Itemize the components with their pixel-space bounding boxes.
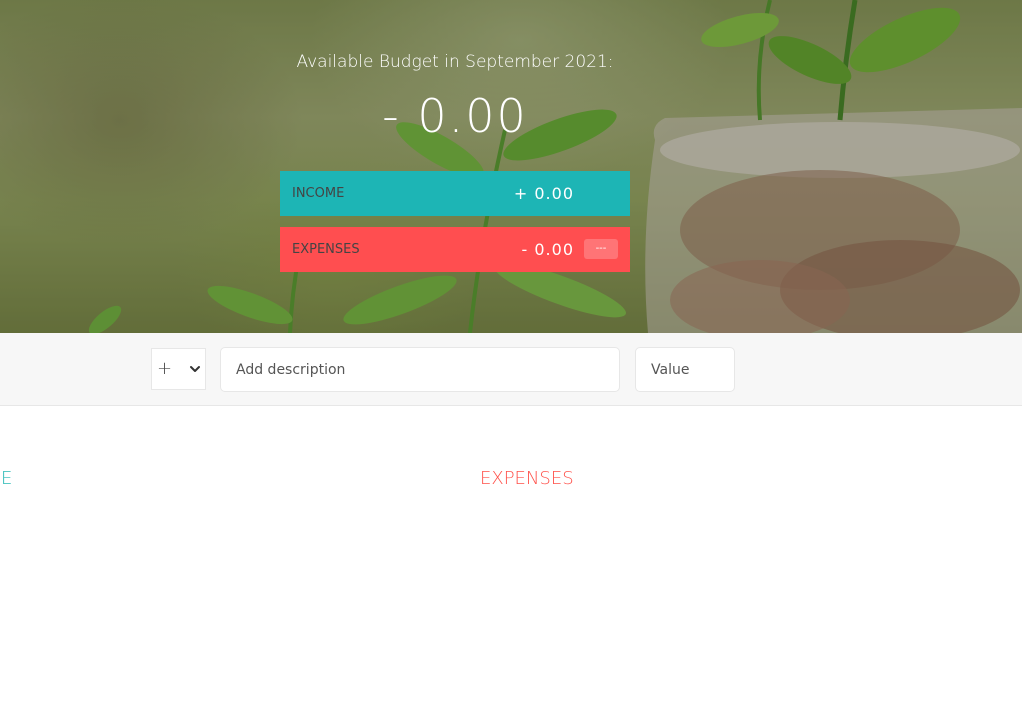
budget-title: Available Budget in September 2021: xyxy=(296,52,614,72)
budget-expenses-value: - 0.00 xyxy=(521,240,574,259)
add-item-bar: + xyxy=(0,333,1022,406)
expenses-list xyxy=(480,500,880,700)
add-value-input[interactable] xyxy=(635,347,735,392)
budget-income-label: Income xyxy=(292,186,345,201)
budget-value: - 0.00 xyxy=(382,89,528,143)
budget-income-row: Income + 0.00 xyxy=(280,171,630,216)
budget-expenses-label: Expenses xyxy=(292,242,360,257)
chevron-down-icon xyxy=(190,366,200,372)
income-list xyxy=(0,500,400,700)
budget-summary: Available Budget in September 2021: - 0.… xyxy=(280,50,630,146)
budget-expenses-row: Expenses - 0.00 --- xyxy=(280,227,630,272)
budget-income-value: + 0.00 xyxy=(513,184,574,203)
add-type-selected-value: + xyxy=(157,358,173,379)
expenses-list-title: Expenses xyxy=(480,468,574,489)
income-list-title: Income xyxy=(0,468,13,489)
budget-app: Available Budget in September 2021: - 0.… xyxy=(0,0,1022,725)
add-description-input[interactable] xyxy=(220,347,620,392)
budget-expenses-percentage: --- xyxy=(584,239,618,259)
add-type-select[interactable]: + xyxy=(151,348,206,390)
budget-header: Available Budget in September 2021: - 0.… xyxy=(0,0,1022,333)
